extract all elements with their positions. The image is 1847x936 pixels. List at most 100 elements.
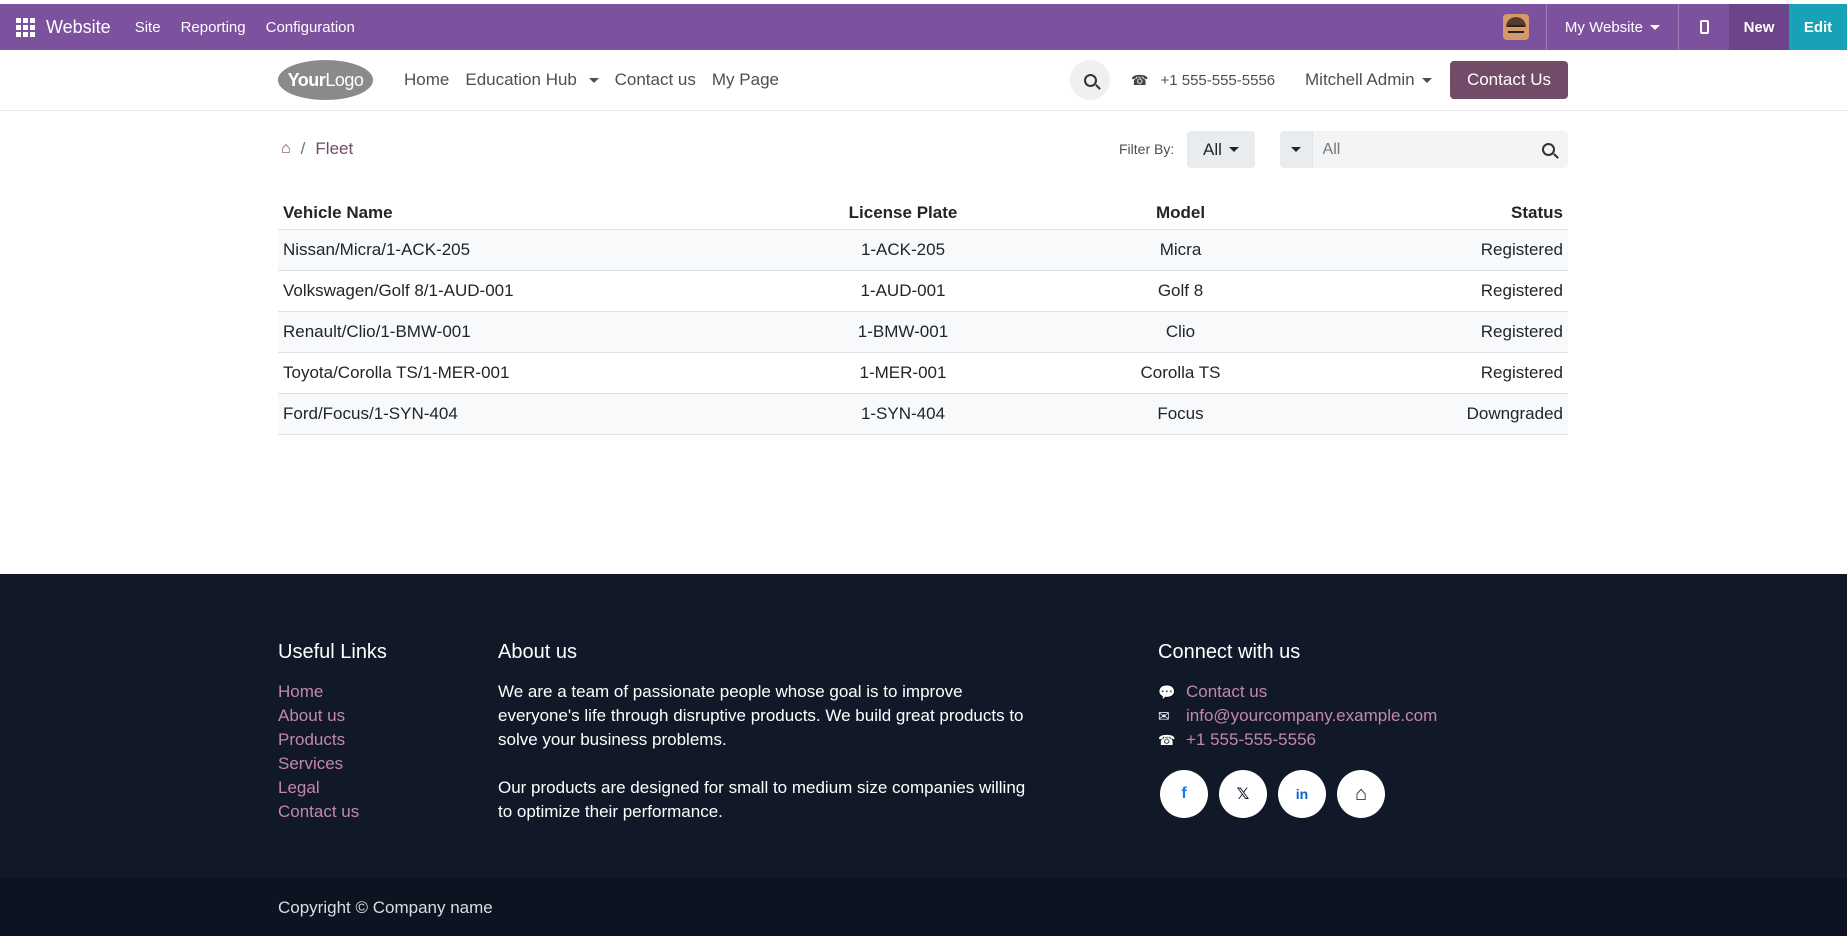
search-group bbox=[1280, 131, 1568, 168]
status-cell: Registered bbox=[1333, 270, 1568, 312]
search-submit-button[interactable] bbox=[1530, 131, 1568, 168]
about-us-text: We are a team of passionate people whose… bbox=[498, 680, 1028, 824]
table-row[interactable]: Nissan/Micra/1-ACK-205 1-ACK-205 Micra R… bbox=[278, 229, 1568, 271]
logo-text: Logo bbox=[325, 69, 364, 90]
model-cell: Focus bbox=[1028, 393, 1333, 435]
site-footer: Useful Links Home About us Products Serv… bbox=[0, 574, 1847, 878]
footer-link-legal[interactable]: Legal bbox=[278, 776, 359, 800]
license-plate-cell: 1-AUD-001 bbox=[778, 270, 1028, 312]
connect-contact-label: Contact us bbox=[1186, 682, 1268, 701]
main-nav: Home Education Hub Contact us My Page bbox=[404, 50, 795, 110]
nav-education-hub-label: Education Hub bbox=[465, 70, 577, 89]
table-row[interactable]: Volkswagen/Golf 8/1-AUD-001 1-AUD-001 Go… bbox=[278, 270, 1568, 312]
breadcrumb-separator: / bbox=[300, 139, 306, 158]
linkedin-icon[interactable]: in bbox=[1278, 770, 1326, 818]
comment-icon: 💬 bbox=[1158, 684, 1176, 700]
edit-button[interactable]: Edit bbox=[1789, 4, 1847, 50]
header-phone-link[interactable]: ☎ +1 555-555-5556 bbox=[1131, 50, 1275, 110]
breadcrumb-current: Fleet bbox=[315, 139, 354, 158]
table-row[interactable]: Ford/Focus/1-SYN-404 1-SYN-404 Focus Dow… bbox=[278, 393, 1568, 435]
table-row[interactable]: Renault/Clio/1-BMW-001 1-BMW-001 Clio Re… bbox=[278, 311, 1568, 353]
useful-links-list: Home About us Products Services Legal Co… bbox=[278, 680, 359, 824]
header-search-button[interactable] bbox=[1070, 60, 1110, 100]
apps-menu-button[interactable] bbox=[0, 4, 50, 50]
connect-contact-link[interactable]: 💬 Contact us bbox=[1158, 680, 1437, 704]
breadcrumb: ⌂ / Fleet bbox=[281, 139, 353, 159]
fleet-table: Vehicle Name License Plate Model Status … bbox=[278, 200, 1568, 435]
menu-configuration[interactable]: Configuration bbox=[266, 19, 355, 36]
filter-dropdown[interactable]: All bbox=[1187, 131, 1255, 168]
new-button[interactable]: New bbox=[1729, 4, 1789, 50]
site-header: Your Logo Home Education Hub Contact us M… bbox=[0, 50, 1847, 111]
search-input[interactable] bbox=[1312, 131, 1530, 168]
footer-link-about-us[interactable]: About us bbox=[278, 704, 359, 728]
phone-icon: ☎ bbox=[1131, 71, 1149, 88]
license-plate-cell: 1-SYN-404 bbox=[778, 393, 1028, 435]
column-header-license-plate: License Plate bbox=[778, 200, 1028, 230]
nav-home[interactable]: Home bbox=[404, 70, 449, 90]
chevron-down-icon bbox=[1421, 77, 1432, 83]
footer-link-services[interactable]: Services bbox=[278, 752, 359, 776]
connect-title: Connect with us bbox=[1158, 641, 1301, 663]
header-phone-number: +1 555-555-5556 bbox=[1160, 71, 1276, 89]
model-cell: Golf 8 bbox=[1028, 270, 1333, 312]
home-icon[interactable]: ⌂ bbox=[281, 140, 291, 158]
chevron-down-icon bbox=[1228, 147, 1239, 152]
vehicle-name-cell: Nissan/Micra/1-ACK-205 bbox=[278, 229, 778, 271]
logo-text-bold: Your bbox=[287, 69, 326, 90]
vehicle-name-cell: Volkswagen/Golf 8/1-AUD-001 bbox=[278, 270, 778, 312]
nav-contact-us[interactable]: Contact us bbox=[615, 70, 696, 90]
connect-email-link[interactable]: ✉ info@yourcompany.example.com bbox=[1158, 704, 1437, 728]
connect-phone-link[interactable]: ☎ +1 555-555-5556 bbox=[1158, 728, 1437, 752]
facebook-icon[interactable]: f bbox=[1160, 770, 1208, 818]
user-name: Mitchell Admin bbox=[1305, 70, 1415, 89]
app-name[interactable]: Website bbox=[46, 17, 111, 38]
home-icon[interactable]: ⌂ bbox=[1337, 770, 1385, 818]
mobile-icon bbox=[1699, 20, 1709, 34]
chevron-down-icon bbox=[1650, 24, 1660, 30]
website-selector[interactable]: My Website bbox=[1547, 4, 1679, 50]
search-options-dropdown[interactable] bbox=[1280, 131, 1313, 168]
status-cell: Registered bbox=[1333, 352, 1568, 394]
filter-label: Filter By: bbox=[1119, 141, 1175, 157]
nav-education-hub[interactable]: Education Hub bbox=[465, 70, 599, 90]
user-avatar-button[interactable] bbox=[1487, 4, 1547, 50]
model-cell: Micra bbox=[1028, 229, 1333, 271]
user-menu[interactable]: Mitchell Admin bbox=[1305, 50, 1432, 110]
status-cell: Registered bbox=[1333, 311, 1568, 353]
connect-email-label: info@yourcompany.example.com bbox=[1186, 706, 1438, 725]
model-cell: Clio bbox=[1028, 311, 1333, 353]
copyright-bar: Copyright © Company name bbox=[0, 878, 1847, 936]
menu-reporting[interactable]: Reporting bbox=[181, 19, 246, 36]
about-paragraph-2: Our products are designed for small to m… bbox=[498, 778, 1026, 821]
vehicle-name-cell: Ford/Focus/1-SYN-404 bbox=[278, 393, 778, 435]
search-icon bbox=[1083, 73, 1097, 87]
contact-us-button[interactable]: Contact Us bbox=[1450, 61, 1568, 99]
vehicle-name-cell: Renault/Clio/1-BMW-001 bbox=[278, 311, 778, 353]
useful-links-title: Useful Links bbox=[278, 641, 387, 663]
license-plate-cell: 1-ACK-205 bbox=[778, 229, 1028, 271]
connect-phone-label: +1 555-555-5556 bbox=[1186, 730, 1316, 749]
menu-site[interactable]: Site bbox=[135, 19, 161, 36]
footer-link-products[interactable]: Products bbox=[278, 728, 359, 752]
mobile-preview-button[interactable] bbox=[1679, 4, 1729, 50]
site-logo[interactable]: Your Logo bbox=[278, 60, 373, 100]
table-header-row: Vehicle Name License Plate Model Status bbox=[278, 200, 1568, 230]
social-links: f 𝕏 in ⌂ bbox=[1160, 770, 1396, 818]
envelope-icon: ✉ bbox=[1158, 708, 1170, 724]
vehicle-name-cell: Toyota/Corolla TS/1-MER-001 bbox=[278, 352, 778, 394]
about-us-title: About us bbox=[498, 641, 577, 663]
connect-list: 💬 Contact us ✉ info@yourcompany.example.… bbox=[1158, 680, 1437, 752]
filter-dropdown-value: All bbox=[1203, 139, 1222, 159]
column-header-vehicle-name: Vehicle Name bbox=[278, 200, 778, 230]
footer-link-home[interactable]: Home bbox=[278, 680, 359, 704]
avatar bbox=[1503, 14, 1530, 40]
about-paragraph-1: We are a team of passionate people whose… bbox=[498, 682, 1024, 749]
search-icon bbox=[1542, 143, 1556, 156]
x-twitter-icon[interactable]: 𝕏 bbox=[1219, 770, 1267, 818]
table-row[interactable]: Toyota/Corolla TS/1-MER-001 1-MER-001 Co… bbox=[278, 352, 1568, 394]
admin-bar: Website Site Reporting Configuration My … bbox=[0, 0, 1847, 50]
nav-my-page[interactable]: My Page bbox=[712, 70, 779, 90]
footer-link-contact-us[interactable]: Contact us bbox=[278, 800, 359, 824]
apps-grid-icon bbox=[15, 17, 35, 37]
